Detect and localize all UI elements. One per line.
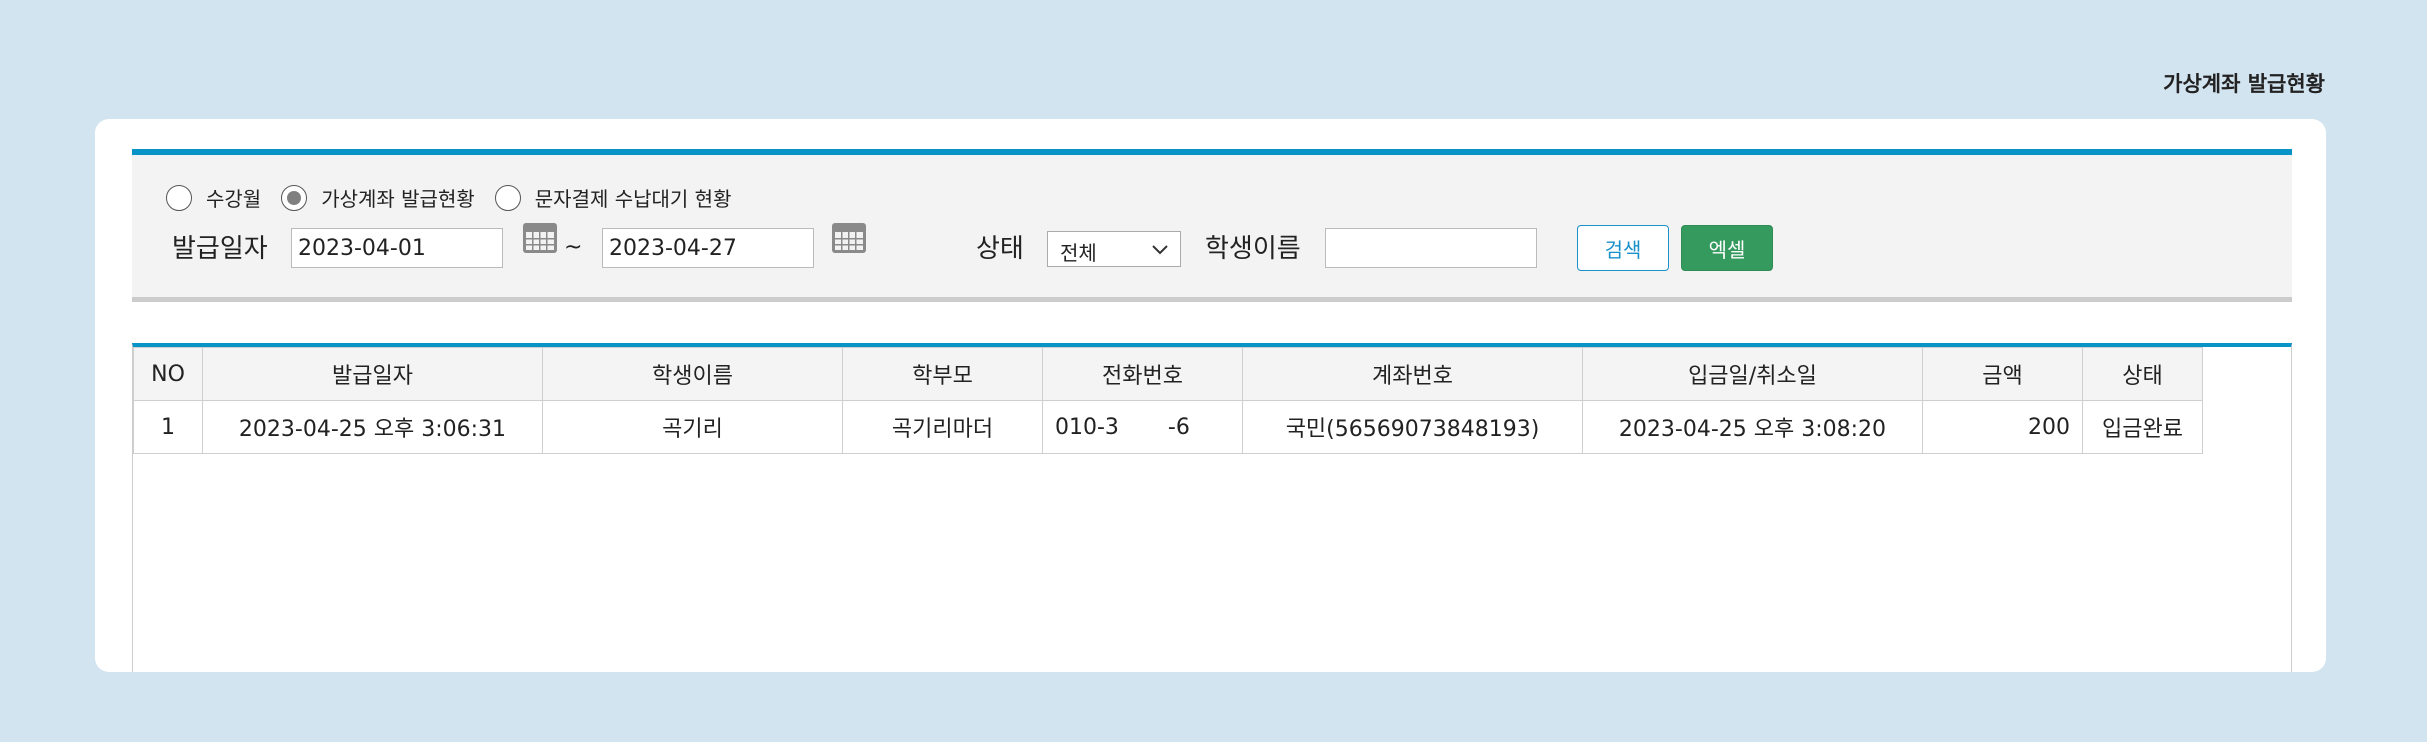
cell-account-number: 국민(56569073848193) — [1242, 400, 1583, 454]
radio-button-checked[interactable] — [281, 184, 308, 211]
result-table: NO 발급일자 학생이름 학부모 전화번호 계좌번호 입금일/취소일 금액 상태… — [133, 347, 2203, 454]
calendar-icon[interactable] — [831, 222, 867, 254]
column-header-account-number[interactable]: 계좌번호 — [1242, 347, 1583, 401]
student-name-input[interactable] — [1325, 228, 1537, 268]
column-header-issue-date[interactable]: 발급일자 — [202, 347, 543, 401]
column-header-status[interactable]: 상태 — [2082, 347, 2203, 401]
cell-phone: 010-3 -6 — [1042, 400, 1243, 454]
result-grid: NO 발급일자 학생이름 학부모 전화번호 계좌번호 입금일/취소일 금액 상태… — [132, 343, 2292, 672]
date-from-input[interactable] — [291, 228, 503, 268]
column-header-amount[interactable]: 금액 — [1922, 347, 2083, 401]
column-header-student-name[interactable]: 학생이름 — [542, 347, 843, 401]
radio-option-virtual-account[interactable]: 가상계좌 발급현황 — [281, 183, 475, 212]
search-button[interactable]: 검색 — [1577, 225, 1669, 271]
content-card: 수강월 가상계좌 발급현황 문자결제 수납대기 현황 발급일자 ~ — [95, 119, 2326, 672]
cell-status: 입금완료 — [2082, 400, 2203, 454]
radio-button[interactable] — [166, 184, 192, 211]
date-label: 발급일자 — [172, 234, 268, 264]
table-header-row: NO 발급일자 학생이름 학부모 전화번호 계좌번호 입금일/취소일 금액 상태 — [133, 347, 2203, 401]
range-tilde: ~ — [564, 235, 583, 260]
column-header-phone[interactable]: 전화번호 — [1042, 347, 1243, 401]
radio-button[interactable] — [494, 184, 521, 211]
page-title: 가상계좌 발급현황 — [2163, 72, 2325, 96]
column-header-deposit-date[interactable]: 입금일/취소일 — [1582, 347, 1923, 401]
cell-deposit-date: 2023-04-25 오후 3:08:20 — [1582, 400, 1923, 454]
radio-label: 수강월 — [206, 187, 262, 211]
radio-label: 가상계좌 발급현황 — [321, 187, 475, 211]
calendar-icon[interactable] — [522, 222, 558, 254]
student-name-label: 학생이름 — [1205, 234, 1301, 264]
radio-dot — [287, 190, 302, 205]
date-to-input[interactable] — [602, 228, 814, 268]
cell-student-name: 곡기리 — [542, 400, 843, 454]
view-mode-radio-group: 수강월 가상계좌 발급현황 문자결제 수납대기 현황 — [166, 183, 751, 212]
radio-label: 문자결제 수납대기 현황 — [534, 187, 732, 211]
cell-issue-date: 2023-04-25 오후 3:06:31 — [202, 400, 543, 454]
radio-option-month[interactable]: 수강월 — [166, 183, 261, 212]
radio-option-sms-payment[interactable]: 문자결제 수납대기 현황 — [494, 183, 732, 212]
table-row[interactable]: 1 2023-04-25 오후 3:06:31 곡기리 곡기리마더 010-3 … — [133, 400, 2203, 454]
search-filter-panel: 수강월 가상계좌 발급현황 문자결제 수납대기 현황 발급일자 ~ — [132, 149, 2292, 302]
excel-button[interactable]: 엑셀 — [1681, 225, 1773, 271]
column-header-no[interactable]: NO — [133, 347, 203, 401]
status-select-value: 전체 — [1060, 241, 1097, 265]
cell-parent: 곡기리마더 — [842, 400, 1043, 454]
column-header-parent[interactable]: 학부모 — [842, 347, 1043, 401]
cell-no: 1 — [133, 400, 203, 454]
status-label: 상태 — [976, 234, 1024, 264]
chevron-down-icon — [1152, 245, 1168, 255]
status-select[interactable]: 전체 — [1047, 231, 1181, 267]
cell-amount: 200 — [1922, 400, 2083, 454]
